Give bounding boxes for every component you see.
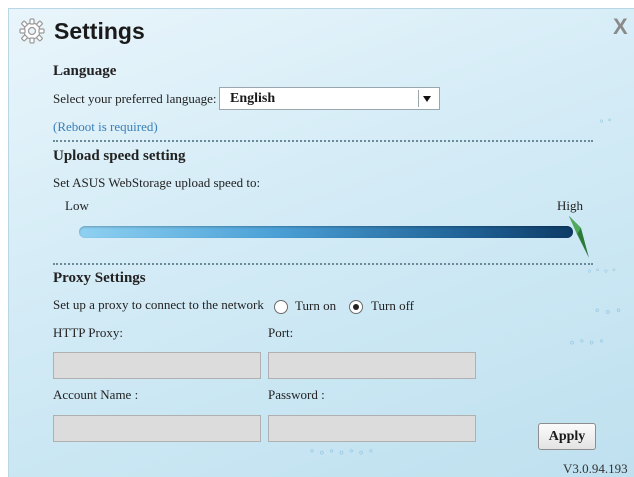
speed-low-label: Low — [65, 198, 89, 213]
bubble-decoration: ˚ ° ˚ ° ˚ ° ˚ — [309, 449, 374, 463]
password-label: Password : — [268, 387, 325, 402]
title-bar: Settings X — [9, 9, 634, 53]
window-title: Settings — [54, 18, 145, 44]
apply-button[interactable]: Apply — [538, 423, 596, 450]
proxy-turn-off-label[interactable]: Turn off — [371, 298, 414, 314]
account-name-label: Account Name : — [53, 387, 139, 402]
bubble-decoration: ˚ ° ˚ — [594, 309, 622, 324]
upload-heading: Upload speed setting — [53, 148, 186, 164]
slider-thumb-icon[interactable] — [559, 214, 595, 260]
language-select-value: English — [230, 91, 276, 106]
gear-icon — [19, 18, 45, 44]
version-label: V3.0.94.193 — [563, 461, 628, 476]
section-divider — [53, 263, 593, 265]
dropdown-arrow-icon[interactable] — [418, 90, 436, 107]
reboot-note: (Reboot is required) — [53, 119, 158, 134]
proxy-turn-on-label[interactable]: Turn on — [295, 298, 336, 314]
proxy-turn-off-radio[interactable] — [349, 300, 363, 314]
speed-high-label: High — [557, 198, 583, 213]
bubble-decoration: ° ˚ — [599, 119, 613, 130]
proxy-heading: Proxy Settings — [53, 270, 146, 286]
proxy-prompt: Set up a proxy to connect to the network — [53, 297, 264, 312]
bubble-decoration: ° ˚ ° ˚ — [587, 269, 617, 280]
account-name-input[interactable] — [53, 415, 261, 442]
settings-window: Settings X ° ˚ ° ˚ ° ˚ ˚ ° ˚ ° ˚ ° ˚ ˚ °… — [8, 8, 634, 477]
language-select[interactable]: English — [219, 87, 440, 110]
upload-prompt: Set ASUS WebStorage upload speed to: — [53, 175, 261, 190]
upload-speed-slider[interactable] — [79, 226, 573, 238]
port-input[interactable] — [268, 352, 476, 379]
proxy-turn-on-radio[interactable] — [274, 300, 288, 314]
close-icon[interactable]: X — [613, 14, 628, 40]
language-prompt: Select your preferred language: — [53, 91, 217, 106]
bubble-decoration: ° ˚ ° ˚ — [569, 339, 605, 353]
section-divider — [53, 140, 593, 142]
language-heading: Language — [53, 63, 117, 79]
port-label: Port: — [268, 325, 294, 340]
password-input[interactable] — [268, 415, 476, 442]
http-proxy-input[interactable] — [53, 352, 261, 379]
http-proxy-label: HTTP Proxy: — [53, 325, 123, 340]
